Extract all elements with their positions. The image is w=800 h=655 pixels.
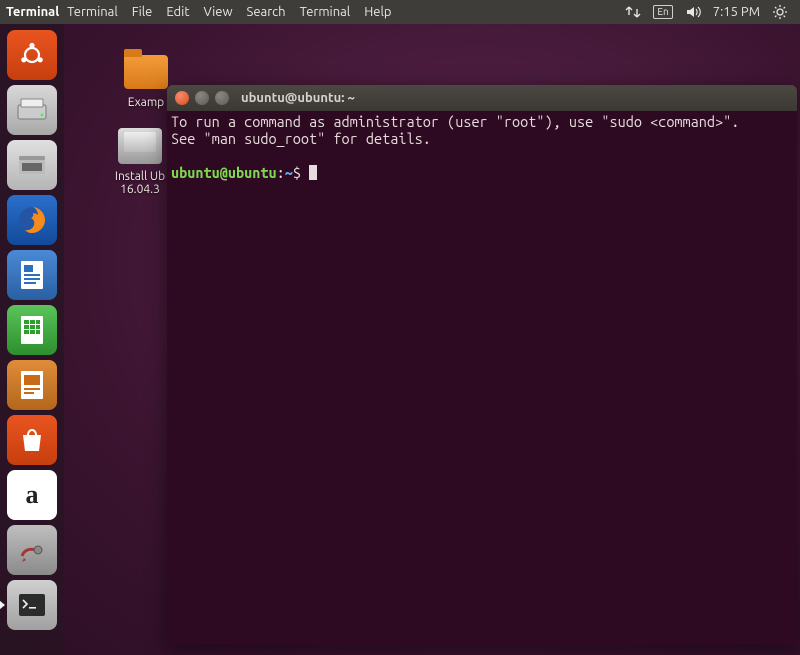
window-titlebar[interactable]: ubuntu@ubuntu: ~ (167, 85, 797, 111)
menu-file[interactable]: File (132, 5, 153, 19)
system-gear-icon[interactable] (772, 4, 788, 20)
prompt-path: ~ (285, 164, 293, 181)
settings-icon (16, 534, 48, 566)
writer-icon (17, 258, 47, 292)
launcher-drive[interactable] (7, 85, 57, 135)
terminal-icon (15, 590, 49, 620)
terminal-window: ubuntu@ubuntu: ~ To run a command as adm… (167, 85, 797, 645)
prompt-end: $ (293, 164, 309, 181)
menu-help[interactable]: Help (364, 5, 391, 19)
launcher-impress[interactable] (7, 360, 57, 410)
menu-search[interactable]: Search (247, 5, 286, 19)
menu-view[interactable]: View (203, 5, 232, 19)
menu-terminal[interactable]: Terminal (67, 5, 118, 19)
calc-icon (17, 313, 47, 347)
sound-indicator-icon[interactable] (685, 5, 701, 19)
disk-icon (118, 128, 162, 164)
window-minimize-icon[interactable] (195, 91, 209, 105)
launcher-settings[interactable] (7, 525, 57, 575)
prompt-user: ubuntu@ubuntu (171, 164, 277, 181)
terminal-body[interactable]: To run a command as administrator (user … (167, 111, 797, 645)
launcher-firefox[interactable] (7, 195, 57, 245)
drive-icon (15, 95, 49, 125)
launcher-amazon[interactable]: a (7, 470, 57, 520)
active-app-label: Terminal (6, 5, 59, 19)
launcher-files[interactable] (7, 140, 57, 190)
file-manager-icon (15, 150, 49, 180)
menu-terminal-2[interactable]: Terminal (300, 5, 351, 19)
shopping-bag-icon (17, 425, 47, 455)
launcher-terminal[interactable] (7, 580, 57, 630)
impress-icon (17, 368, 47, 402)
prompt-sep: : (277, 164, 285, 181)
terminal-line: To run a command as administrator (user … (171, 113, 739, 130)
clock-indicator[interactable]: 7:15 PM (713, 5, 760, 19)
ubuntu-logo-icon (17, 40, 47, 70)
terminal-cursor (309, 165, 317, 180)
launcher-software[interactable] (7, 415, 57, 465)
unity-launcher: a (0, 24, 64, 655)
amazon-icon: a (26, 482, 39, 508)
top-menubar: Terminal Terminal File Edit View Search … (0, 0, 800, 24)
firefox-icon (15, 203, 49, 237)
launcher-writer[interactable] (7, 250, 57, 300)
window-title: ubuntu@ubuntu: ~ (241, 91, 355, 105)
window-maximize-icon[interactable] (215, 91, 229, 105)
launcher-dash[interactable] (7, 30, 57, 80)
terminal-line: See "man sudo_root" for details. (171, 130, 431, 147)
menu-edit[interactable]: Edit (166, 5, 189, 19)
network-indicator-icon[interactable] (625, 5, 641, 19)
language-indicator[interactable]: En (653, 5, 672, 19)
language-label: En (653, 5, 672, 19)
launcher-calc[interactable] (7, 305, 57, 355)
folder-icon (124, 55, 168, 89)
window-close-icon[interactable] (175, 91, 189, 105)
